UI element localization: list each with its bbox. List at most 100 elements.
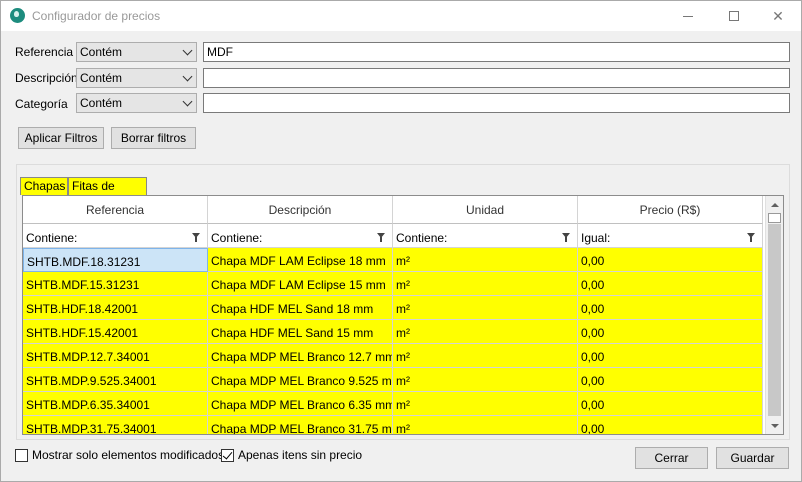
- app-logo-icon: [10, 8, 25, 23]
- cell-precio[interactable]: 0,00: [578, 248, 763, 272]
- tab-fitas-de-borda[interactable]: Fitas de borda: [68, 177, 147, 207]
- cell-descripcion[interactable]: Chapa MDP MEL Branco 12.7 mm: [208, 344, 393, 368]
- cell-descripcion[interactable]: Chapa HDF MEL Sand 18 mm: [208, 296, 393, 320]
- categoria-operator-select[interactable]: Contém: [76, 93, 197, 113]
- cell-referencia[interactable]: SHTB.MDF.15.31231: [23, 272, 208, 296]
- scrollbar-track[interactable]: [768, 224, 781, 416]
- descripcion-input[interactable]: [203, 68, 790, 88]
- cell-referencia[interactable]: SHTB.MDP.12.7.34001: [23, 344, 208, 368]
- scrollbar-thumb[interactable]: [768, 213, 781, 223]
- cell-descripcion[interactable]: Chapa MDP MEL Branco 31.75 mm: [208, 416, 393, 434]
- prices-grid: Referencia Descripción Unidad Precio (R$…: [22, 195, 784, 435]
- descripcion-label: Descripción: [15, 71, 78, 85]
- cell-precio[interactable]: 0,00: [578, 368, 763, 392]
- column-header-unidad[interactable]: Unidad: [393, 196, 578, 224]
- filter-funnel-icon[interactable]: [192, 233, 200, 242]
- clear-filters-button[interactable]: Borrar filtros: [111, 127, 196, 149]
- column-header-precio[interactable]: Precio (R$): [578, 196, 763, 224]
- cell-unidad[interactable]: m²: [393, 320, 578, 344]
- cell-unidad[interactable]: m²: [393, 416, 578, 434]
- categoria-label: Categoría: [15, 97, 68, 111]
- referencia-label: Referencia: [15, 45, 74, 59]
- column-filter-label: Contiene:: [396, 231, 448, 245]
- cell-precio[interactable]: 0,00: [578, 296, 763, 320]
- cell-unidad[interactable]: m²: [393, 392, 578, 416]
- table-row[interactable]: SHTB.MDP.31.75.34001 Chapa MDP MEL Branc…: [23, 416, 763, 434]
- cell-unidad[interactable]: m²: [393, 368, 578, 392]
- referencia-operator-value: Contém: [80, 45, 123, 59]
- cell-descripcion[interactable]: Chapa MDP MEL Branco 6.35 mm: [208, 392, 393, 416]
- only-modified-option[interactable]: Mostrar solo elementos modificados: [15, 448, 224, 462]
- close-window-button[interactable]: ✕: [755, 1, 801, 31]
- close-button[interactable]: Cerrar: [635, 447, 708, 469]
- only-no-price-checkbox[interactable]: [221, 448, 234, 462]
- maximize-icon: [729, 11, 739, 21]
- cell-precio[interactable]: 0,00: [578, 272, 763, 296]
- column-filter-label: Igual:: [581, 231, 611, 245]
- scroll-down-button[interactable]: [766, 417, 783, 434]
- arrow-down-icon: [770, 423, 779, 428]
- column-header-descripcion[interactable]: Descripción: [208, 196, 393, 224]
- filter-funnel-icon[interactable]: [747, 233, 755, 242]
- cell-precio[interactable]: 0,00: [578, 392, 763, 416]
- column-filter-referencia[interactable]: Contiene:: [23, 224, 208, 248]
- filter-funnel-icon[interactable]: [377, 233, 385, 242]
- minimize-button[interactable]: [665, 1, 711, 31]
- tab-chapas[interactable]: Chapas: [20, 177, 68, 195]
- table-row[interactable]: SHTB.MDP.6.35.34001 Chapa MDP MEL Branco…: [23, 392, 763, 416]
- table-row[interactable]: SHTB.MDF.15.31231 Chapa MDF LAM Eclipse …: [23, 272, 763, 296]
- cell-unidad[interactable]: m²: [393, 248, 578, 272]
- cell-referencia[interactable]: SHTB.HDF.18.42001: [23, 296, 208, 320]
- column-filter-precio[interactable]: Igual:: [578, 224, 763, 248]
- price-configurator-window: Configurador de precios ✕ Referencia Con…: [0, 0, 802, 482]
- cell-descripcion[interactable]: Chapa MDF LAM Eclipse 15 mm: [208, 272, 393, 296]
- table-row[interactable]: SHTB.HDF.18.42001 Chapa HDF MEL Sand 18 …: [23, 296, 763, 320]
- close-icon: ✕: [772, 7, 784, 24]
- chevron-down-icon: [182, 71, 193, 82]
- column-filter-descripcion[interactable]: Contiene:: [208, 224, 393, 248]
- cell-referencia[interactable]: SHTB.MDP.9.525.34001: [23, 368, 208, 392]
- cell-descripcion[interactable]: Chapa HDF MEL Sand 15 mm: [208, 320, 393, 344]
- cell-referencia[interactable]: SHTB.MDF.18.31231: [23, 248, 208, 272]
- grid-filter-row: Contiene: Contiene: Contiene: Igual:: [23, 224, 763, 248]
- maximize-button[interactable]: [711, 1, 757, 31]
- referencia-operator-select[interactable]: Contém: [76, 42, 197, 62]
- minimize-icon: [683, 15, 693, 17]
- cell-precio[interactable]: 0,00: [578, 320, 763, 344]
- grid-header-row: Referencia Descripción Unidad Precio (R$…: [23, 196, 763, 224]
- window-title: Configurador de precios: [32, 9, 161, 23]
- only-modified-label: Mostrar solo elementos modificados: [32, 448, 225, 462]
- table-row[interactable]: SHTB.HDF.15.42001 Chapa HDF MEL Sand 15 …: [23, 320, 763, 344]
- table-row[interactable]: SHTB.MDP.12.7.34001 Chapa MDP MEL Branco…: [23, 344, 763, 368]
- only-no-price-option[interactable]: Apenas itens sin precio: [221, 448, 362, 462]
- scroll-up-button[interactable]: [766, 196, 783, 213]
- column-header-referencia[interactable]: Referencia: [23, 196, 208, 224]
- apply-filters-button[interactable]: Aplicar Filtros: [18, 127, 104, 149]
- cell-precio[interactable]: 0,00: [578, 416, 763, 434]
- cell-referencia[interactable]: SHTB.MDP.6.35.34001: [23, 392, 208, 416]
- cell-unidad[interactable]: m²: [393, 344, 578, 368]
- chevron-down-icon: [182, 96, 193, 107]
- column-filter-label: Contiene:: [26, 231, 78, 245]
- title-bar: Configurador de precios ✕: [1, 1, 801, 31]
- chevron-down-icon: [182, 45, 193, 56]
- cell-descripcion[interactable]: Chapa MDP MEL Branco 9.525 mm: [208, 368, 393, 392]
- cell-referencia[interactable]: SHTB.MDP.31.75.34001: [23, 416, 208, 434]
- cell-descripcion[interactable]: Chapa MDF LAM Eclipse 18 mm: [208, 248, 393, 272]
- cell-unidad[interactable]: m²: [393, 272, 578, 296]
- save-button[interactable]: Guardar: [716, 447, 789, 469]
- column-filter-unidad[interactable]: Contiene:: [393, 224, 578, 248]
- arrow-up-icon: [770, 202, 779, 207]
- cell-precio[interactable]: 0,00: [578, 344, 763, 368]
- table-row[interactable]: SHTB.MDF.18.31231 Chapa MDF LAM Eclipse …: [23, 248, 763, 272]
- filter-funnel-icon[interactable]: [562, 233, 570, 242]
- cell-referencia[interactable]: SHTB.HDF.15.42001: [23, 320, 208, 344]
- only-modified-checkbox[interactable]: [15, 448, 28, 462]
- cell-unidad[interactable]: m²: [393, 296, 578, 320]
- table-row[interactable]: SHTB.MDP.9.525.34001 Chapa MDP MEL Branc…: [23, 368, 763, 392]
- categoria-input[interactable]: [203, 93, 790, 113]
- referencia-input[interactable]: MDF: [203, 42, 790, 62]
- descripcion-operator-select[interactable]: Contém: [76, 68, 197, 88]
- grid-vertical-scrollbar[interactable]: [765, 196, 783, 434]
- column-filter-label: Contiene:: [211, 231, 263, 245]
